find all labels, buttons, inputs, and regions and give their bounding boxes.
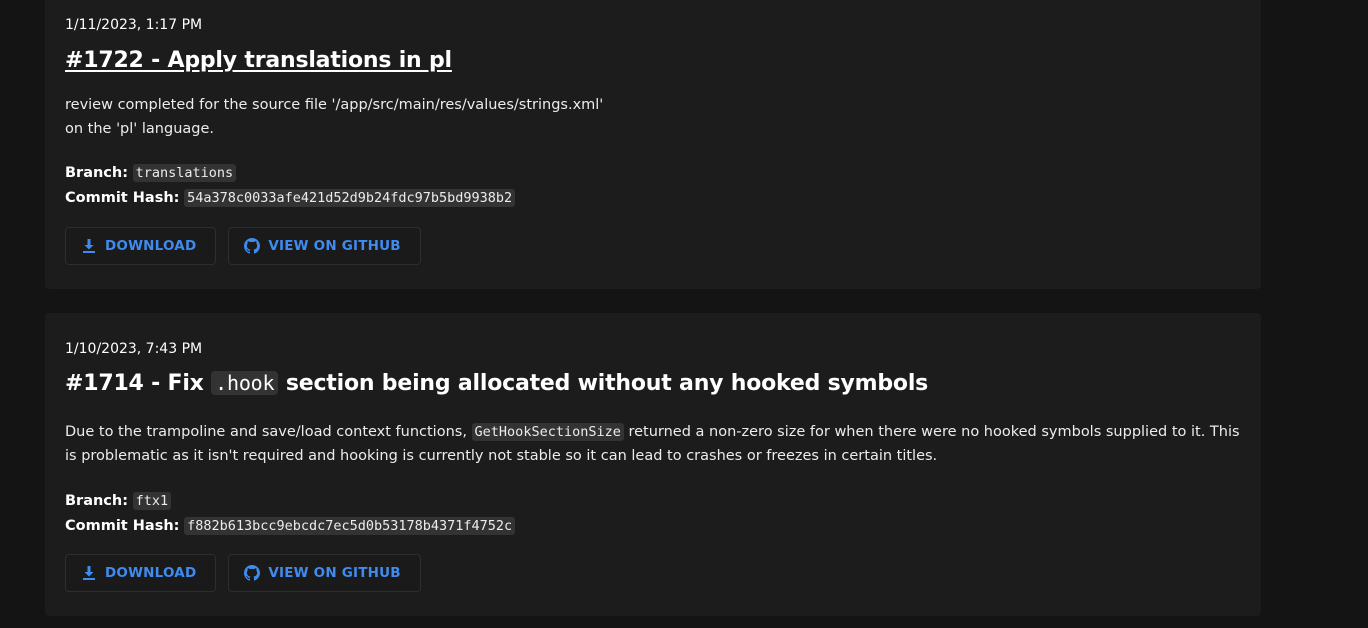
download-button[interactable]: DOWNLOAD	[65, 227, 217, 265]
commit-label: Commit Hash:	[65, 518, 180, 534]
description-line: review completed for the source file '/a…	[65, 97, 604, 113]
commit-row: Commit Hash: 54a378c0033afe421d52d9b24fd…	[65, 186, 516, 211]
release-title: #1714 - Fix .hook section being allocate…	[65, 371, 928, 396]
github-icon	[244, 565, 261, 581]
branch-row: Branch: ftx1	[65, 489, 515, 514]
commit-hash-value: f882b613bcc9ebcdc7ec5d0b53178b4371f4752c	[184, 517, 516, 535]
release-card: 1/11/2023, 1:17 PM #1722 - Apply transla…	[45, 0, 1261, 289]
download-icon	[81, 565, 97, 581]
view-on-github-button[interactable]: VIEW ON GITHUB	[228, 227, 421, 265]
description-text: Due to the trampoline and save/load cont…	[65, 424, 467, 440]
release-description: Due to the trampoline and save/load cont…	[65, 420, 1245, 468]
download-label: DOWNLOAD	[105, 565, 197, 581]
description-code: GetHookSectionSize	[471, 423, 624, 441]
commit-hash-value: 54a378c0033afe421d52d9b24fdc97b5bd9938b2	[184, 189, 516, 207]
release-description: review completed for the source file '/a…	[65, 93, 1245, 141]
download-icon	[81, 238, 97, 254]
branch-value: ftx1	[132, 492, 172, 510]
github-label: VIEW ON GITHUB	[268, 238, 401, 254]
release-date: 1/11/2023, 1:17 PM	[65, 17, 203, 33]
action-buttons: DOWNLOAD VIEW ON GITHUB	[65, 554, 421, 592]
release-title-link[interactable]: #1722 - Apply translations in pl	[65, 48, 452, 73]
action-buttons: DOWNLOAD VIEW ON GITHUB	[65, 227, 421, 265]
title-prefix: #1714 - Fix	[65, 371, 204, 396]
title-suffix: section being allocated without any hook…	[285, 371, 929, 396]
description-line: on the 'pl' language.	[65, 121, 215, 137]
view-on-github-button[interactable]: VIEW ON GITHUB	[228, 554, 421, 592]
github-label: VIEW ON GITHUB	[268, 565, 401, 581]
release-date: 1/10/2023, 7:43 PM	[65, 341, 203, 357]
branch-value: translations	[132, 164, 237, 182]
download-button[interactable]: DOWNLOAD	[65, 554, 217, 592]
release-meta: Branch: translations Commit Hash: 54a378…	[65, 161, 516, 211]
download-label: DOWNLOAD	[105, 238, 197, 254]
release-meta: Branch: ftx1 Commit Hash: f882b613bcc9eb…	[65, 489, 516, 539]
branch-label: Branch:	[65, 165, 129, 181]
commit-label: Commit Hash:	[65, 190, 180, 206]
github-icon	[244, 238, 261, 254]
branch-label: Branch:	[65, 493, 129, 509]
release-card: 1/10/2023, 7:43 PM #1714 - Fix .hook sec…	[45, 313, 1261, 616]
title-code: .hook	[211, 371, 279, 395]
branch-row: Branch: translations	[65, 161, 515, 186]
commit-row: Commit Hash: f882b613bcc9ebcdc7ec5d0b531…	[65, 514, 516, 539]
